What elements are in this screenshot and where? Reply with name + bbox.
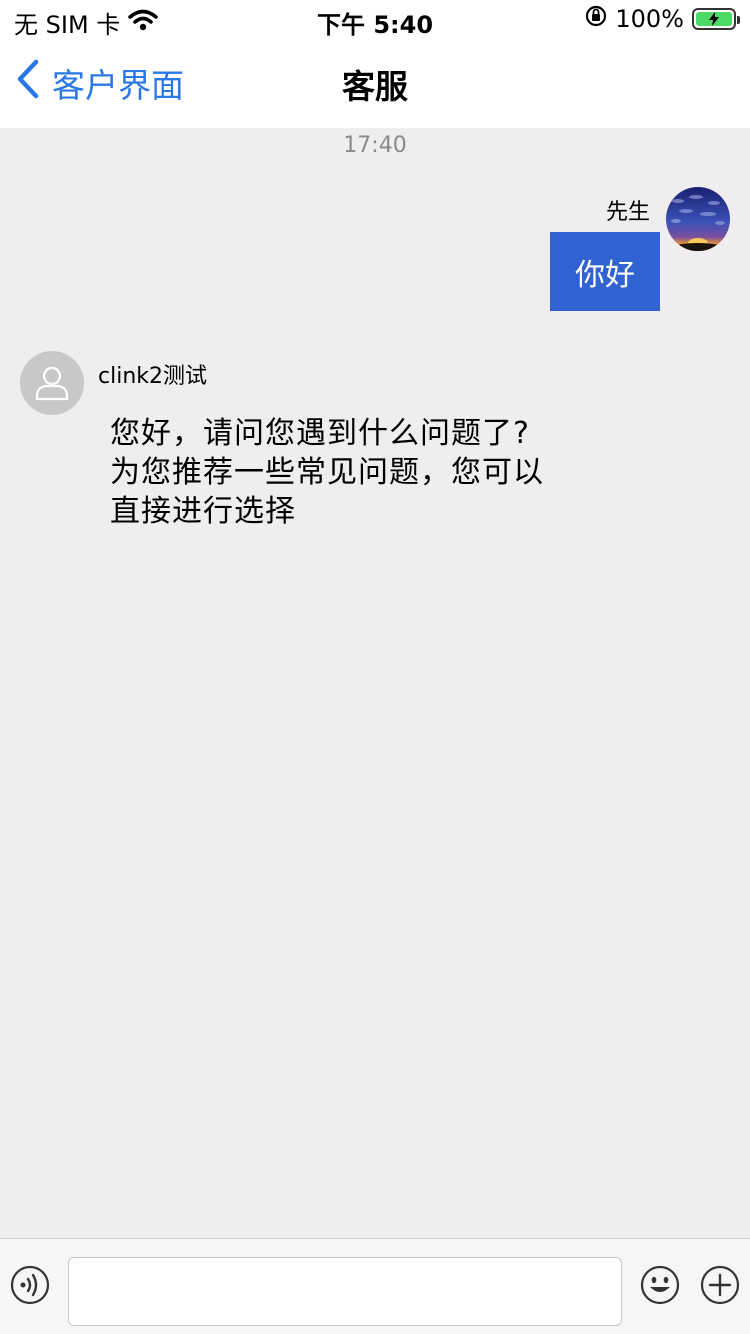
- user-placeholder-icon: [35, 366, 69, 401]
- orientation-lock-icon: [585, 5, 607, 33]
- navigation-bar: 客户界面 客服: [0, 40, 750, 128]
- message-input[interactable]: [68, 1257, 622, 1326]
- emoji-icon: [640, 1265, 680, 1305]
- battery-charging-icon: [692, 8, 740, 30]
- chat-timestamp: 17:40: [343, 133, 407, 158]
- sender-name-self: 先生: [605, 200, 650, 225]
- plus-button[interactable]: [700, 1265, 740, 1305]
- status-right: 100%: [585, 5, 740, 33]
- voice-button[interactable]: [10, 1265, 50, 1305]
- message-bubble-self[interactable]: 你好: [550, 232, 660, 311]
- plus-icon: [700, 1265, 740, 1305]
- avatar-agent[interactable]: [20, 351, 84, 415]
- emoji-button[interactable]: [640, 1265, 680, 1305]
- battery-percent: 100%: [615, 5, 684, 33]
- status-bar: 无 SIM 卡 下午 5:40 100%: [0, 0, 750, 40]
- message-bubble-agent[interactable]: 您好，请问您遇到什么问题了? 为您推荐一些常见问题，您可以 直接进行选择: [110, 414, 590, 531]
- voice-icon: [10, 1265, 50, 1305]
- page-title: 客服: [342, 67, 408, 106]
- sender-name-agent: clink2测试: [98, 364, 208, 389]
- input-bar: [0, 1238, 750, 1334]
- avatar-self[interactable]: [666, 187, 730, 251]
